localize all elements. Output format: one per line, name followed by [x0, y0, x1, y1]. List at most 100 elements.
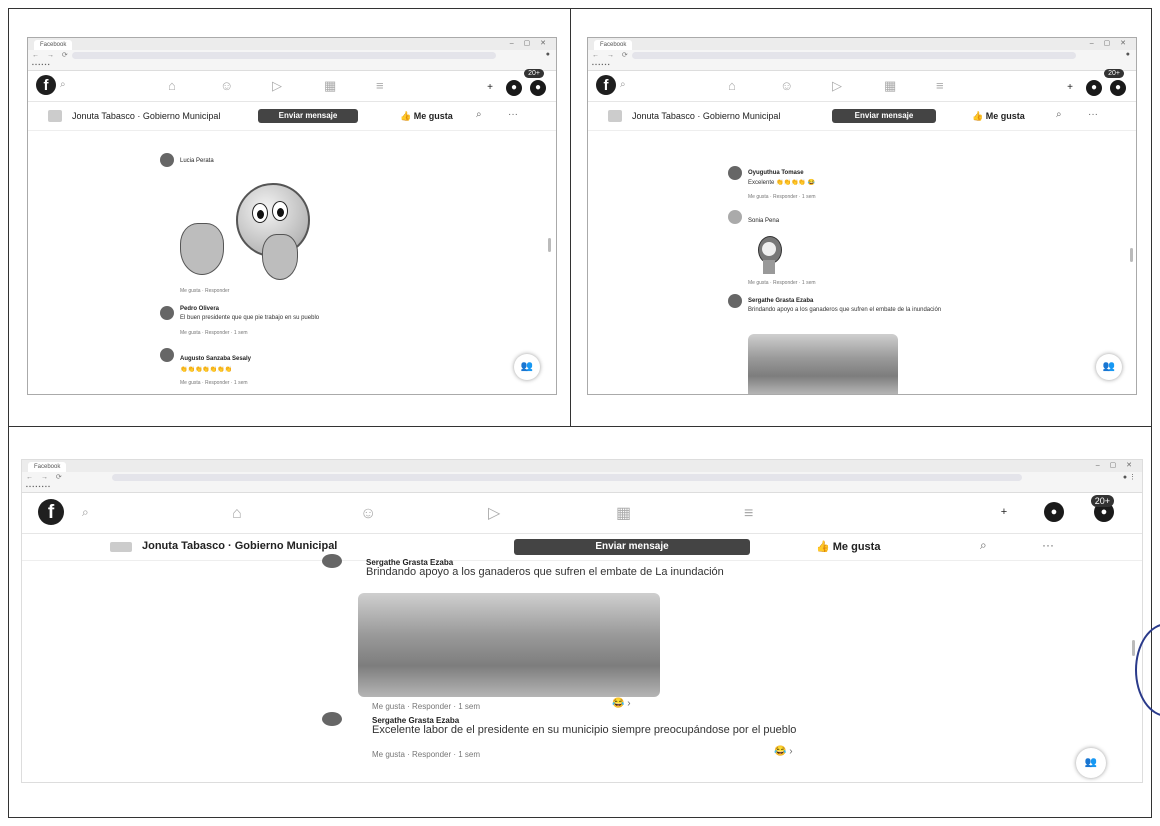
menu-icon[interactable]: ≡ [744, 505, 872, 523]
page-name[interactable]: Jonuta Tabasco · Gobierno Municipal [72, 111, 220, 121]
comment-author[interactable]: Augusto Sanzaba Sesaly [180, 356, 251, 362]
plus-icon[interactable]: + [994, 502, 1014, 522]
more-options-icon[interactable]: ··· [1042, 538, 1054, 552]
avatar[interactable] [322, 712, 342, 726]
more-options-icon[interactable]: ··· [508, 109, 518, 120]
avatar[interactable] [728, 166, 742, 180]
send-message-button[interactable]: Enviar mensaje [514, 539, 750, 555]
new-message-icon[interactable]: 👥 [1076, 748, 1106, 778]
watch-icon[interactable]: ▷ [488, 503, 616, 523]
comment-actions[interactable]: Me gusta · Responder · 1 sem [372, 750, 480, 759]
friends-icon[interactable]: ☺ [360, 505, 488, 523]
search-page-icon[interactable]: ⌕ [476, 109, 482, 120]
watch-icon[interactable]: ▷ [832, 78, 884, 94]
new-message-icon[interactable]: 👥 [514, 354, 540, 380]
like-label: Me gusta [832, 541, 881, 553]
avatar[interactable] [728, 294, 742, 308]
address-field[interactable] [112, 474, 1022, 481]
search-page-icon[interactable]: ⌕ [980, 538, 987, 553]
post-photo[interactable] [748, 334, 898, 394]
home-icon[interactable]: ⌂ [728, 78, 780, 93]
marketplace-icon[interactable]: ▦ [324, 78, 376, 94]
facebook-nav: f ⌕ ⌂ ☺ ▷ ▦ ≡ + ● ● 20+ [28, 69, 556, 102]
browser-tab[interactable]: Facebook [594, 40, 633, 50]
scrollbar[interactable] [1130, 248, 1133, 262]
browser-tab[interactable]: Facebook [28, 462, 67, 472]
notifications-icon[interactable]: ● [1110, 80, 1126, 96]
facebook-logo-icon[interactable]: f [596, 75, 616, 95]
comment-actions[interactable]: Me gusta · Responder · 1 sem [180, 330, 248, 336]
page-avatar [608, 110, 622, 122]
avatar[interactable] [322, 554, 342, 568]
watch-icon[interactable]: ▷ [272, 78, 324, 94]
page-name[interactable]: Jonuta Tabasco · Gobierno Municipal [142, 540, 337, 552]
notifications-icon[interactable]: ● [530, 80, 546, 96]
nav-buttons[interactable]: ← → ⟳ [592, 51, 631, 59]
facebook-logo-icon[interactable]: f [38, 499, 64, 525]
messenger-icon[interactable]: ● [506, 80, 522, 96]
marketplace-icon[interactable]: ▦ [884, 78, 936, 94]
avatar[interactable] [728, 210, 742, 224]
profile-icon[interactable]: ● [546, 51, 550, 58]
comment-actions[interactable]: Me gusta · Responder · 1 sem [748, 194, 816, 200]
comment-actions[interactable]: Me gusta · Responder · 1 sem [748, 280, 816, 286]
address-field[interactable] [72, 52, 496, 59]
comment-text: 👏👏👏👏👏👏👏 [180, 367, 233, 373]
home-icon[interactable]: ⌂ [168, 78, 220, 93]
comment-actions[interactable]: Me gusta · Responder · 1 sem [372, 702, 480, 711]
new-message-icon[interactable]: 👥 [1096, 354, 1122, 380]
page-avatar [48, 110, 62, 122]
page-name[interactable]: Jonuta Tabasco · Gobierno Municipal [632, 111, 780, 121]
nav-buttons[interactable]: ← → ⟳ [32, 51, 71, 59]
more-options-icon[interactable]: ··· [1088, 109, 1098, 120]
comment-author[interactable]: Sergathe Grasta Ezaba [748, 298, 813, 304]
address-field[interactable] [632, 52, 1076, 59]
reactions-icon[interactable]: 😂 › [612, 698, 631, 709]
friends-icon[interactable]: ☺ [220, 78, 272, 93]
account-controls: + ● ● [964, 502, 1114, 522]
window-controls[interactable]: – ▢ ✕ [1096, 461, 1136, 469]
messenger-icon[interactable]: ● [1086, 80, 1102, 96]
plus-icon[interactable]: + [482, 80, 498, 96]
search-page-icon[interactable]: ⌕ [1056, 109, 1062, 120]
friends-icon[interactable]: ☺ [780, 78, 832, 93]
comment-actions[interactable]: Me gusta · Responder [180, 288, 229, 294]
menu-icon[interactable]: ≡ [936, 78, 988, 93]
search-icon[interactable]: ⌕ [82, 505, 89, 520]
send-message-button[interactable]: Enviar mensaje [258, 109, 358, 123]
search-icon[interactable]: ⌕ [60, 79, 66, 90]
comment-text: Brindando apoyo a los ganaderos que sufr… [366, 566, 724, 578]
browser-tab[interactable]: Facebook [34, 40, 73, 50]
search-icon[interactable]: ⌕ [620, 79, 626, 90]
profile-icon[interactable]: ● [1126, 51, 1130, 58]
menu-icon[interactable]: ≡ [376, 78, 428, 93]
messenger-icon[interactable]: ● [1044, 502, 1064, 522]
comment-author[interactable]: Sonia Pena [748, 218, 779, 224]
scrollbar[interactable] [1132, 640, 1135, 656]
marketplace-icon[interactable]: ▦ [616, 503, 744, 523]
window-controls[interactable]: – ▢ ✕ [510, 39, 550, 47]
home-icon[interactable]: ⌂ [232, 505, 360, 523]
scrollbar[interactable] [548, 238, 551, 252]
window-controls[interactable]: – ▢ ✕ [1090, 39, 1130, 47]
avatar[interactable] [160, 348, 174, 362]
comment-author[interactable]: Oyuguthua Tomase [748, 170, 804, 176]
facebook-logo-icon[interactable]: f [36, 75, 56, 95]
comment-author[interactable]: Pedro Olivera [180, 306, 219, 312]
like-page-button[interactable]: 👍 Me gusta [972, 111, 1025, 122]
avatar[interactable] [160, 306, 174, 320]
plus-icon[interactable]: + [1062, 80, 1078, 96]
post-photo[interactable] [358, 593, 660, 697]
like-page-button[interactable]: 👍 Me gusta [400, 111, 453, 122]
profile-icon[interactable]: ● ⋮ [1123, 473, 1136, 481]
send-message-button[interactable]: Enviar mensaje [832, 109, 936, 123]
comment-actions[interactable]: Me gusta · Responder · 1 sem [180, 380, 248, 386]
comment-author[interactable]: Lucia Perata [180, 158, 214, 164]
comment-text: El buen presidente que que pie trabajo e… [180, 315, 320, 321]
nav-buttons[interactable]: ← → ⟳ [26, 473, 65, 481]
like-page-button[interactable]: 👍 Me gusta [816, 540, 880, 553]
avatar[interactable] [160, 153, 174, 167]
panel-top-right: Facebook – ▢ ✕ ← → ⟳ ● ▪ ▪ ▪ ▪ ▪ ▪ f ⌕ ⌂… [570, 8, 1152, 428]
comment-text: Excelente labor de el presidente en su m… [372, 724, 797, 736]
reactions-icon[interactable]: 😂 › [774, 746, 793, 757]
